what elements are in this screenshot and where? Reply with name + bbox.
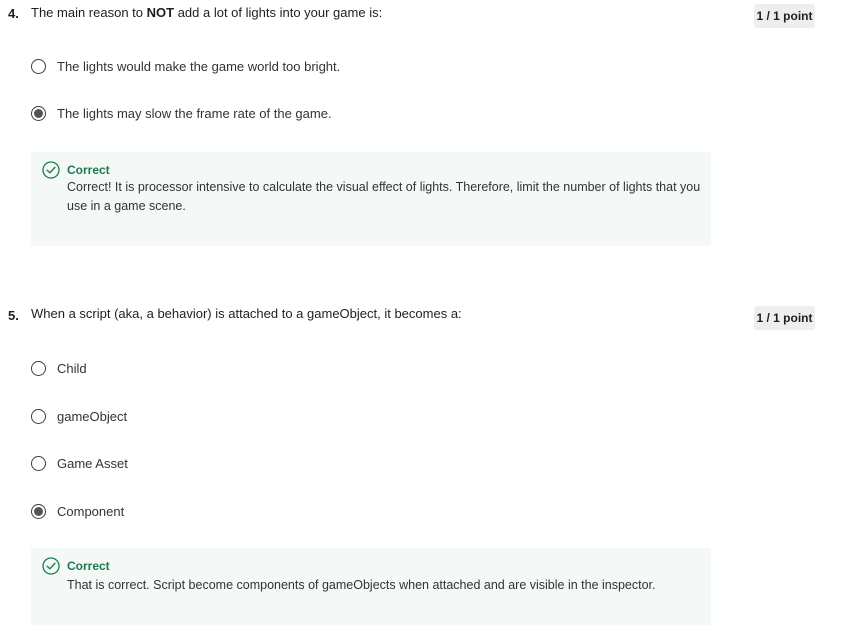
answer-label: The lights would make the game world too… xyxy=(57,58,341,74)
feedback-box: Correct That is correct. Script become c… xyxy=(31,548,711,625)
points-badge: 1 / 1 point xyxy=(754,306,815,330)
answer-option[interactable]: gameObject xyxy=(31,406,127,426)
question-text-end: add a lot of lights into your game is: xyxy=(174,5,383,20)
question-text-start: The main reason to xyxy=(31,5,147,20)
radio-button[interactable] xyxy=(31,455,46,471)
check-circle-icon xyxy=(42,161,60,179)
radio-button-selected[interactable] xyxy=(31,503,46,519)
answer-label: Component xyxy=(57,503,125,519)
answer-label: Child xyxy=(57,360,87,376)
radio-button[interactable] xyxy=(31,408,46,424)
feedback-status: Correct xyxy=(67,163,110,177)
question-text: When a script (aka, a behavior) is attac… xyxy=(31,306,462,321)
answer-label: Game Asset xyxy=(57,455,128,471)
radio-button[interactable] xyxy=(31,360,46,376)
radio-button-selected[interactable] xyxy=(31,105,46,121)
radio-button[interactable] xyxy=(31,58,46,74)
answer-option[interactable]: Game Asset xyxy=(31,453,128,473)
answer-label: gameObject xyxy=(57,408,128,424)
question-number: 4. xyxy=(8,6,19,21)
answer-option[interactable]: The lights may slow the frame rate of th… xyxy=(31,103,332,123)
question-text: The main reason to NOT add a lot of ligh… xyxy=(31,5,382,20)
feedback-status: Correct xyxy=(67,559,110,573)
answer-option[interactable]: Child xyxy=(31,358,87,378)
question-text-emphasis: NOT xyxy=(146,5,175,20)
feedback-text: That is correct. Script become component… xyxy=(67,578,656,592)
answer-label: The lights may slow the frame rate of th… xyxy=(57,105,332,121)
check-circle-icon xyxy=(42,557,60,575)
points-badge: 1 / 1 point xyxy=(754,4,815,28)
question-number: 5. xyxy=(8,308,19,323)
answer-option[interactable]: Component xyxy=(31,501,124,521)
feedback-box: Correct Correct! It is processor intensi… xyxy=(31,152,711,246)
answer-option[interactable]: The lights would make the game world too… xyxy=(31,56,340,76)
feedback-text: Correct! It is processor intensive to ca… xyxy=(67,180,701,213)
